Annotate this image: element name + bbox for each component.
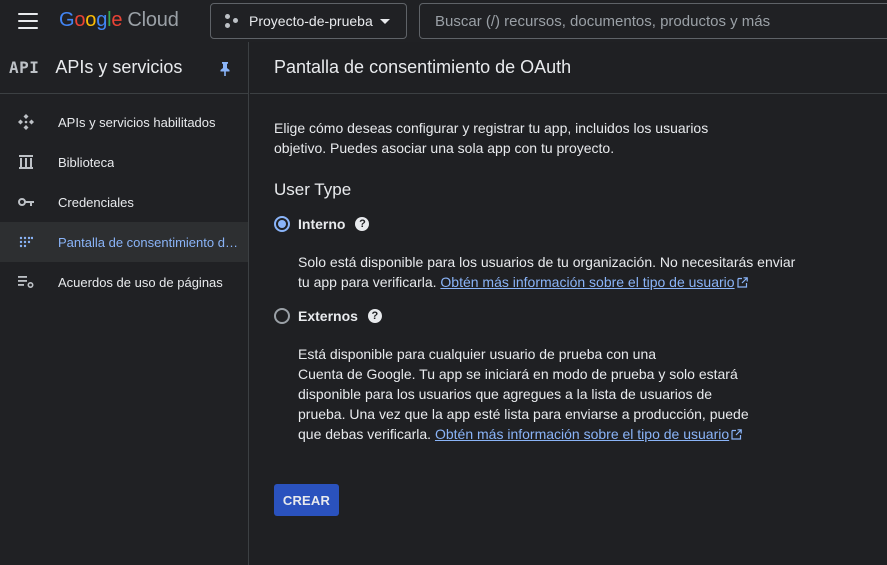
- sidebar-title: APIs y servicios: [55, 57, 183, 77]
- user-type-heading: User Type: [274, 180, 352, 199]
- create-button[interactable]: CREAR: [274, 484, 339, 516]
- external-description-line: prueba. Una vez que la app esté lista pa…: [298, 406, 749, 422]
- page-header: Pantalla de consentimiento de OAuth: [250, 42, 887, 94]
- search-box[interactable]: [419, 3, 887, 39]
- search-input[interactable]: [420, 4, 887, 38]
- sidebar-item-label: APIs y servicios habilitados: [58, 114, 216, 130]
- logo-letter: e: [111, 9, 123, 31]
- logo-letter: g: [96, 9, 108, 31]
- option-external: Externos ? Está disponible para cualquie…: [274, 306, 887, 444]
- project-name: Proyecto-de-prueba: [249, 13, 373, 29]
- external-description-line: Cuenta de Google. Tu app se iniciará en …: [298, 366, 738, 382]
- sidebar-item-credentials[interactable]: Credenciales: [0, 182, 248, 222]
- internal-learn-more-link[interactable]: Obtén más información sobre el tipo de u…: [440, 274, 734, 290]
- radio-external-label[interactable]: Externos: [298, 308, 358, 324]
- external-link-icon: [736, 277, 748, 288]
- sidebar-item-oauth-consent[interactable]: Pantalla de consentimiento de OAuth: [0, 222, 248, 262]
- radio-internal[interactable]: [274, 216, 290, 232]
- settings-list-icon: [17, 273, 35, 291]
- page-title: Pantalla de consentimiento de OAuth: [274, 57, 572, 77]
- external-link-icon: [731, 429, 742, 440]
- sidebar-header: API APIs y servicios: [0, 42, 248, 94]
- help-icon[interactable]: ?: [355, 217, 370, 231]
- help-icon[interactable]: ?: [367, 309, 382, 323]
- main-content: Pantalla de consentimiento de OAuth Elig…: [250, 42, 887, 565]
- sidebar: API APIs y servicios APIs y servicios ha…: [0, 42, 249, 565]
- logo-letter: G: [59, 9, 75, 31]
- intro-text: Elige cómo deseas configurar y registrar…: [274, 120, 709, 156]
- sidebar-item-page-usage[interactable]: Acuerdos de uso de páginas: [0, 262, 248, 302]
- external-learn-more-text: Obtén más información sobre el tipo de u…: [434, 426, 730, 442]
- api-logo: API: [9, 58, 40, 77]
- sidebar-item-label: Credenciales: [58, 194, 134, 210]
- chevron-down-icon: [380, 19, 390, 24]
- sidebar-item-label: Pantalla de consentimiento de OAuth: [58, 234, 238, 250]
- external-description: Está disponible para cualquier usuario d…: [298, 344, 798, 444]
- logo-letter: o: [74, 9, 86, 31]
- external-description-line: disponible para los usuarios que agregue…: [298, 386, 713, 402]
- sidebar-item-library[interactable]: Biblioteca: [0, 142, 248, 182]
- top-bar: Google Cloud Proyecto-de-prueba: [0, 0, 887, 42]
- sidebar-nav: APIs y servicios habilitados Biblioteca …: [0, 94, 248, 302]
- radio-external-row[interactable]: Externos ?: [274, 306, 887, 326]
- radio-external[interactable]: [274, 308, 290, 324]
- external-learn-more-link[interactable]: Obtén más información sobre el tipo de u…: [435, 426, 729, 442]
- api-diamond-icon: [17, 113, 35, 131]
- external-description-line: Está disponible para cualquier usuario d…: [298, 346, 657, 362]
- consent-dots-icon: [17, 233, 35, 251]
- radio-internal-label[interactable]: Interno: [298, 216, 345, 232]
- google-cloud-logo[interactable]: Google Cloud: [59, 9, 179, 32]
- sidebar-item-enabled-apis[interactable]: APIs y servicios habilitados: [0, 102, 248, 142]
- project-icon: [225, 14, 239, 28]
- logo-cloud-text: Cloud: [127, 9, 179, 31]
- library-icon: [17, 153, 35, 171]
- logo-letter: o: [85, 9, 97, 31]
- sidebar-item-label: Biblioteca: [58, 154, 115, 170]
- option-internal: Interno ? Solo está disponible para los …: [274, 214, 887, 292]
- external-description-line: que debas verificarla.: [298, 426, 435, 442]
- internal-description: Solo está disponible para los usuarios d…: [298, 252, 798, 292]
- consent-form: Elige cómo deseas configurar y registrar…: [250, 94, 887, 516]
- key-icon: [17, 193, 35, 211]
- pin-icon[interactable]: [219, 61, 231, 76]
- sidebar-item-label: Acuerdos de uso de páginas: [58, 274, 223, 290]
- internal-learn-more-text: Obtén más información sobre el tipo de u…: [440, 274, 735, 290]
- radio-internal-row[interactable]: Interno ?: [274, 214, 887, 234]
- project-picker[interactable]: Proyecto-de-prueba: [210, 3, 407, 39]
- menu-icon[interactable]: [18, 13, 38, 29]
